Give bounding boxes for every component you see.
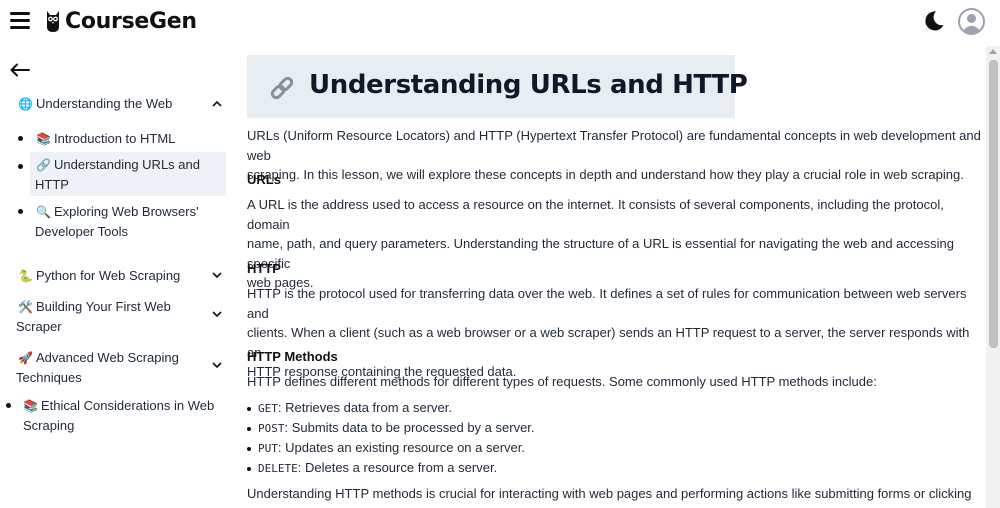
http-line: clients. When a client (such as a web br…	[247, 325, 970, 360]
sidebar-section-python-for-web-scraping[interactable]: 🐍 Python for Web Scraping	[18, 266, 228, 286]
lesson-title-banner: Understanding URLs and HTTP	[247, 55, 748, 118]
method-code: PUT	[258, 442, 278, 455]
bullet-dot	[18, 136, 23, 141]
course-sidebar: 🌐 Understanding the Web 📚 Introduction to …	[0, 46, 232, 508]
sidebar-section-building-your-first-web-scraper[interactable]: 🛠️ Building Your First Web Scraper	[16, 297, 228, 337]
method-code: GET	[258, 402, 278, 415]
link-icon: 🔗	[36, 158, 51, 172]
scroll-up-arrow-icon[interactable]	[989, 49, 997, 54]
sidebar-item-ethical-considerations-in-web-scraping[interactable]: 📚 Ethical Considerations in Web Scraping	[23, 396, 228, 436]
rocket-icon: 🚀	[18, 351, 33, 365]
sidebar-item-label: Introduction to HTML	[54, 131, 176, 146]
sidebar-item-label-cont: Developer Tools	[35, 224, 128, 239]
bullet-dot	[18, 209, 23, 214]
heading-http-methods: HTTP Methods	[247, 349, 338, 364]
sidebar-item-label-cont: HTTP	[35, 177, 69, 192]
section-label-cont: Techniques	[16, 370, 82, 385]
moon-icon[interactable]	[922, 9, 946, 33]
section-label: Advanced Web Scraping	[36, 350, 179, 365]
bullet-dot	[6, 403, 11, 408]
sidebar-section-understanding-the-web[interactable]: 🌐 Understanding the Web	[18, 94, 228, 114]
method-desc: : Deletes a resource from a server.	[297, 460, 498, 475]
scroll-thumb[interactable]	[989, 60, 998, 348]
sidebar-item-understanding-urls-and-http[interactable]: 🔗 Understanding URLs and HTTP	[30, 152, 226, 196]
hamburger-menu-icon[interactable]	[10, 12, 30, 30]
sidebar-section-advanced-web-scraping-techniques[interactable]: 🚀 Advanced Web Scraping Techniques	[16, 348, 228, 388]
page-title: Understanding URLs and HTTP	[309, 70, 748, 100]
heading-urls: URLs	[247, 172, 281, 187]
method-code: POST	[258, 422, 285, 435]
chevron-up-icon[interactable]	[212, 100, 222, 107]
bullet-dot	[18, 164, 23, 169]
urls-line: A URL is the address used to access a re…	[247, 197, 944, 232]
sidebar-item-exploring-web-browsers-developer-tools[interactable]: 🔍 Exploring Web Browsers' Developer Tools	[35, 202, 226, 241]
outro-paragraph: Understanding HTTP methods is crucial fo…	[247, 486, 972, 501]
methods-intro: HTTP defines different methods for diffe…	[247, 374, 877, 389]
http-paragraph: HTTP is the protocol used for transferri…	[247, 284, 982, 382]
sidebar-item-label: Understanding URLs and	[54, 157, 200, 172]
list-item: PUT: Updates an existing resource on a s…	[247, 438, 525, 459]
sidebar-item-label: Exploring Web Browsers'	[54, 204, 199, 219]
globe-icon: 🌐	[18, 97, 33, 111]
intro-paragraph: URLs (Uniform Resource Locators) and HTT…	[247, 126, 982, 185]
method-desc: : Submits data to be processed by a serv…	[284, 420, 535, 435]
list-item: POST: Submits data to be processed by a …	[247, 418, 535, 439]
snake-icon: 🐍	[18, 269, 33, 283]
section-label-cont: Scraping	[23, 418, 75, 433]
app-name: CourseGen	[65, 8, 197, 34]
magnifier-icon: 🔍	[36, 205, 51, 219]
link-icon	[270, 76, 294, 100]
books-icon: 📚	[36, 132, 51, 146]
method-desc: : Updates an existing resource on a serv…	[277, 440, 526, 455]
section-label: Building Your First Web	[36, 299, 171, 314]
brand[interactable]: CourseGen	[44, 8, 197, 34]
chevron-down-icon[interactable]	[212, 311, 222, 318]
chevron-down-icon[interactable]	[212, 362, 222, 369]
top-bar: CourseGen	[0, 0, 1000, 46]
tools-icon: 🛠️	[18, 300, 33, 314]
books-icon: 📚	[23, 399, 38, 413]
intro-line: scraping. In this lesson, we will explor…	[247, 167, 964, 182]
chevron-down-icon[interactable]	[212, 272, 222, 279]
list-item: DELETE: Deletes a resource from a server…	[247, 458, 497, 479]
urls-paragraph: A URL is the address used to access a re…	[247, 195, 982, 293]
section-label-cont: Scraper	[16, 319, 62, 334]
arrow-left-icon[interactable]	[10, 63, 30, 77]
heading-http: HTTP	[247, 261, 281, 276]
owl-icon	[47, 11, 59, 32]
method-code: DELETE	[258, 462, 298, 475]
method-desc: : Retrieves data from a server.	[277, 400, 452, 415]
section-label: Understanding the Web	[36, 96, 173, 111]
http-line: HTTP is the protocol used for transferri…	[247, 286, 967, 321]
urls-line: name, path, and query parameters. Unders…	[247, 236, 954, 271]
sidebar-item-introduction-to-html[interactable]: 📚 Introduction to HTML	[36, 129, 226, 149]
section-label: Ethical Considerations in Web	[41, 398, 215, 413]
list-item: GET: Retrieves data from a server.	[247, 398, 452, 419]
intro-line: URLs (Uniform Resource Locators) and HTT…	[247, 128, 981, 163]
section-label: Python for Web Scraping	[36, 268, 181, 283]
user-avatar-icon[interactable]	[958, 8, 985, 35]
scrollbar[interactable]	[986, 46, 1000, 508]
